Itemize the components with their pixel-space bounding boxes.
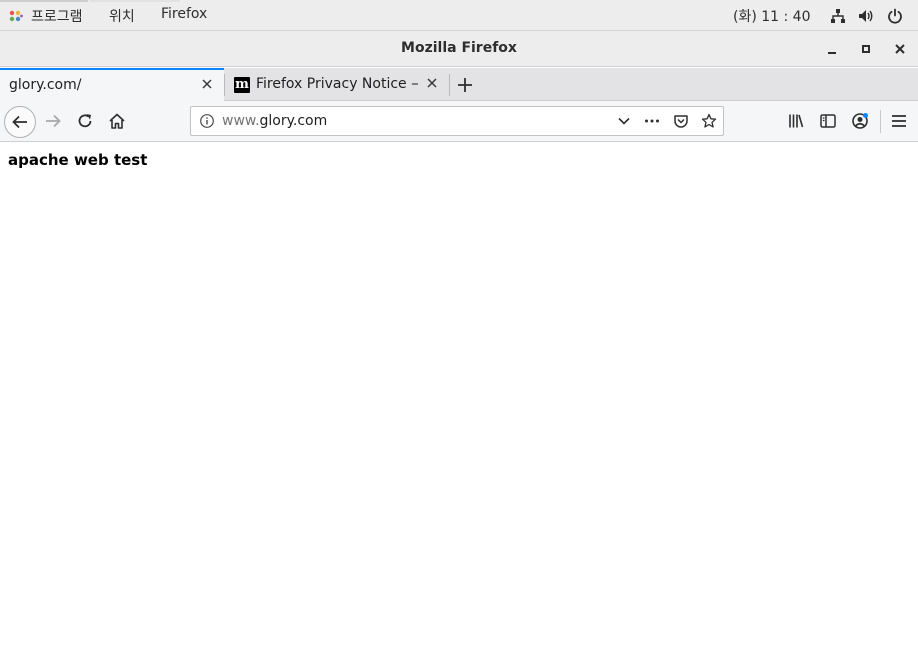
window-title-bar[interactable]: Mozilla Firefox bbox=[0, 31, 918, 67]
tab-separator bbox=[449, 74, 450, 96]
gnome-top-bar: 프로그램 위치 Firefox (화) 11 : 40 bbox=[0, 0, 918, 31]
url-bar[interactable]: www.glory.com bbox=[190, 106, 724, 136]
volume-icon[interactable] bbox=[858, 8, 874, 24]
pocket-icon[interactable] bbox=[673, 113, 689, 129]
url-prefix: www. bbox=[222, 113, 260, 129]
close-tab-icon[interactable] bbox=[425, 76, 439, 90]
window-title: Mozilla Firefox bbox=[401, 40, 517, 56]
navigation-toolbar: www.glory.com bbox=[0, 101, 918, 142]
mozilla-favicon-icon: m bbox=[234, 77, 250, 93]
url-text[interactable]: www.glory.com bbox=[222, 113, 327, 129]
tab-privacy-notice[interactable]: m Firefox Privacy Notice — bbox=[225, 68, 449, 101]
clock[interactable]: (화) 11 : 40 bbox=[733, 6, 811, 26]
minimize-icon[interactable] bbox=[825, 42, 839, 56]
apps-menu[interactable]: 프로그램 bbox=[31, 6, 83, 26]
back-arrow-icon bbox=[12, 115, 27, 129]
account-icon[interactable] bbox=[851, 112, 869, 130]
toolbar-separator bbox=[880, 110, 881, 133]
forward-arrow-icon[interactable] bbox=[44, 112, 62, 130]
home-icon[interactable] bbox=[108, 112, 126, 130]
site-info-icon[interactable] bbox=[199, 113, 215, 129]
page-actions-more-icon[interactable] bbox=[644, 113, 660, 129]
app-menu-firefox[interactable]: Firefox bbox=[161, 6, 207, 22]
close-tab-icon[interactable] bbox=[200, 77, 214, 91]
chevron-down-icon[interactable] bbox=[616, 113, 632, 129]
tab-title: Firefox Privacy Notice — bbox=[256, 76, 418, 92]
apps-menu-icon bbox=[9, 10, 23, 22]
hamburger-menu-icon[interactable] bbox=[890, 112, 908, 130]
page-heading: apache web test bbox=[8, 151, 148, 169]
places-menu[interactable]: 위치 bbox=[109, 6, 135, 26]
library-icon[interactable] bbox=[787, 112, 805, 130]
sidebar-toggle-icon[interactable] bbox=[819, 112, 837, 130]
tab-title: glory.com/ bbox=[9, 77, 82, 93]
reload-icon[interactable] bbox=[76, 112, 94, 130]
maximize-icon[interactable] bbox=[859, 42, 873, 56]
network-icon[interactable] bbox=[830, 8, 846, 24]
back-button[interactable] bbox=[4, 106, 36, 138]
bookmark-star-icon[interactable] bbox=[701, 113, 717, 129]
new-tab-plus-icon[interactable] bbox=[456, 76, 474, 94]
top-strip bbox=[0, 0, 88, 2]
top-strip bbox=[90, 0, 180, 2]
power-icon[interactable] bbox=[887, 8, 903, 24]
page-content: apache web test bbox=[0, 142, 918, 661]
url-domain: glory.com bbox=[259, 113, 328, 129]
close-window-icon[interactable] bbox=[893, 42, 907, 56]
tab-glory[interactable]: glory.com/ bbox=[0, 68, 224, 101]
